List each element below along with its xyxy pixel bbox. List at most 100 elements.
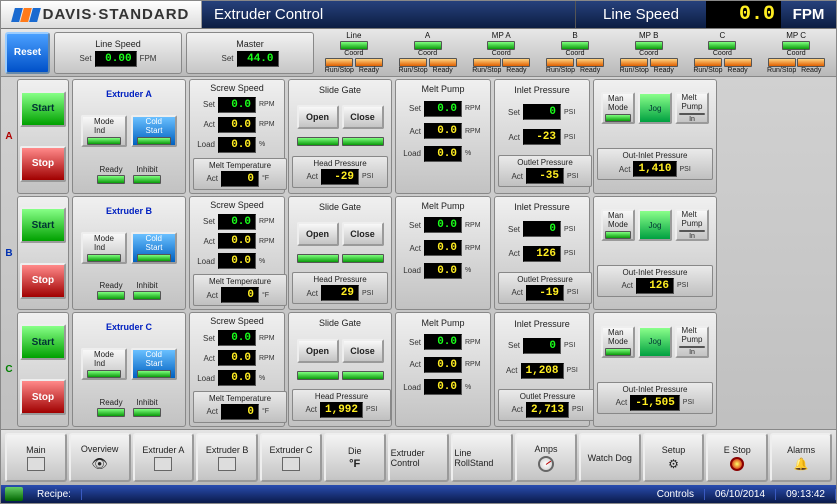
outlet-pressure: -19: [526, 285, 564, 301]
lamp-header: A: [425, 31, 430, 40]
cold-led: [137, 254, 171, 262]
nav-label: Extruder B: [206, 445, 249, 455]
jog-button[interactable]: Jog: [638, 326, 672, 358]
start-menu-icon[interactable]: [5, 487, 23, 501]
cold-start-button[interactable]: ColdStart: [131, 348, 177, 380]
degf-icon: °F: [349, 458, 360, 470]
runstop-led: [694, 58, 722, 67]
reset-button[interactable]: Reset: [5, 32, 50, 74]
mode-led: [87, 370, 121, 378]
line-speed-unit: FPM: [781, 1, 836, 28]
page-title: Extruder Control: [202, 1, 576, 28]
nav-label: Extruder C: [269, 445, 312, 455]
mode-button[interactable]: ModeInd: [81, 348, 127, 380]
stop-button[interactable]: Stop: [20, 146, 66, 182]
man-led: [605, 114, 631, 122]
extruder-name: Extruder B: [106, 206, 152, 216]
nav-overview[interactable]: Overview👁: [69, 433, 131, 482]
nav-watch-dog[interactable]: Watch Dog: [579, 433, 641, 482]
close-button[interactable]: Close: [342, 339, 384, 363]
nav-die[interactable]: Die °F: [324, 433, 386, 482]
inlet-set-input[interactable]: 0: [523, 338, 561, 354]
stop-button[interactable]: Stop: [20, 263, 66, 299]
nav-extruder-control[interactable]: Extruder Control: [388, 433, 450, 482]
screw-load: 0.0: [218, 137, 256, 153]
close-button[interactable]: Close: [342, 105, 384, 129]
nav-e-stop[interactable]: E Stop: [706, 433, 768, 482]
start-button[interactable]: Start: [20, 207, 66, 243]
nav-alarms[interactable]: Alarms🔔: [770, 433, 832, 482]
lamp-header: Line: [346, 31, 361, 40]
mode-led: [87, 137, 121, 145]
outin-pressure: -1,505: [630, 395, 680, 411]
nav-amps[interactable]: Amps: [515, 433, 577, 482]
screw-set-input[interactable]: 0.0: [218, 97, 256, 113]
melt-set-input[interactable]: 0.0: [424, 334, 462, 350]
start-button[interactable]: Start: [20, 324, 66, 360]
nav-label: Main: [26, 445, 46, 455]
head-pressure: -29: [321, 169, 359, 185]
gear-icon: ⚙: [668, 457, 679, 471]
head-pressure: 29: [321, 285, 359, 301]
cold-start-button[interactable]: ColdStart: [131, 115, 177, 147]
nav-label: Die: [348, 446, 362, 456]
eye-icon: 👁: [91, 456, 108, 472]
melt-set-input[interactable]: 0.0: [424, 217, 462, 233]
outin-pressure: 126: [636, 278, 674, 294]
man-led: [605, 231, 631, 239]
screw-load: 0.0: [218, 370, 256, 386]
logo-text: DAVIS·STANDARD: [43, 6, 190, 23]
master-title: Master: [236, 39, 264, 49]
ready-led: [576, 58, 604, 67]
runstop-led: [546, 58, 574, 67]
ready-led: [97, 408, 125, 417]
extruder-name: Extruder C: [106, 322, 152, 332]
man-mode-button[interactable]: ManMode: [601, 326, 635, 358]
open-led: [297, 254, 339, 263]
open-button[interactable]: Open: [297, 339, 339, 363]
screw-set-input[interactable]: 0.0: [218, 330, 256, 346]
open-button[interactable]: Open: [297, 222, 339, 246]
man-mode-button[interactable]: ManMode: [601, 209, 635, 241]
inlet-set-input[interactable]: 0: [523, 221, 561, 237]
man-mode-button[interactable]: ManMode: [601, 92, 635, 124]
controls-label[interactable]: Controls: [647, 489, 705, 500]
inlet-act: -23: [523, 129, 561, 145]
date-label: 06/10/2014: [705, 489, 776, 500]
nav-label: Extruder Control: [391, 448, 447, 468]
nav-line-rollstand[interactable]: Line RollStand: [451, 433, 513, 482]
ready-led: [97, 291, 125, 300]
nav-extruder-a[interactable]: Extruder A: [133, 433, 195, 482]
inlet-set-input[interactable]: 0: [523, 104, 561, 120]
cold-start-button[interactable]: ColdStart: [131, 232, 177, 264]
melt-set-input[interactable]: 0.0: [424, 101, 462, 117]
nav-main[interactable]: Main: [5, 433, 67, 482]
coord-led: [635, 41, 663, 50]
close-button[interactable]: Close: [342, 222, 384, 246]
line-speed-set-input[interactable]: 0.00: [95, 51, 137, 67]
lamp-header: C: [720, 31, 726, 40]
inlet-act: 126: [523, 246, 561, 262]
melt-pump-button[interactable]: MeltPumpIn: [675, 326, 709, 358]
nav-extruder-b[interactable]: Extruder B: [196, 433, 258, 482]
mode-button[interactable]: ModeInd: [81, 115, 127, 147]
ext-icon: [218, 457, 236, 471]
close-led: [342, 254, 384, 263]
melt-pump-button[interactable]: MeltPumpIn: [675, 92, 709, 124]
screw-set-input[interactable]: 0.0: [218, 214, 256, 230]
jog-button[interactable]: Jog: [638, 209, 672, 241]
ext-icon: [282, 457, 300, 471]
man-led: [605, 348, 631, 356]
jog-button[interactable]: Jog: [638, 92, 672, 124]
ready-led: [797, 58, 825, 67]
stop-button[interactable]: Stop: [20, 379, 66, 415]
nav-extruder-c[interactable]: Extruder C: [260, 433, 322, 482]
start-button[interactable]: Start: [20, 91, 66, 127]
master-setpoint: Master Set 44.0: [186, 32, 314, 74]
master-set-input[interactable]: 44.0: [237, 51, 279, 67]
nav-setup[interactable]: Setup⚙: [643, 433, 705, 482]
open-button[interactable]: Open: [297, 105, 339, 129]
lamp-header: B: [572, 31, 577, 40]
melt-pump-button[interactable]: MeltPumpIn: [675, 209, 709, 241]
mode-button[interactable]: ModeInd: [81, 232, 127, 264]
